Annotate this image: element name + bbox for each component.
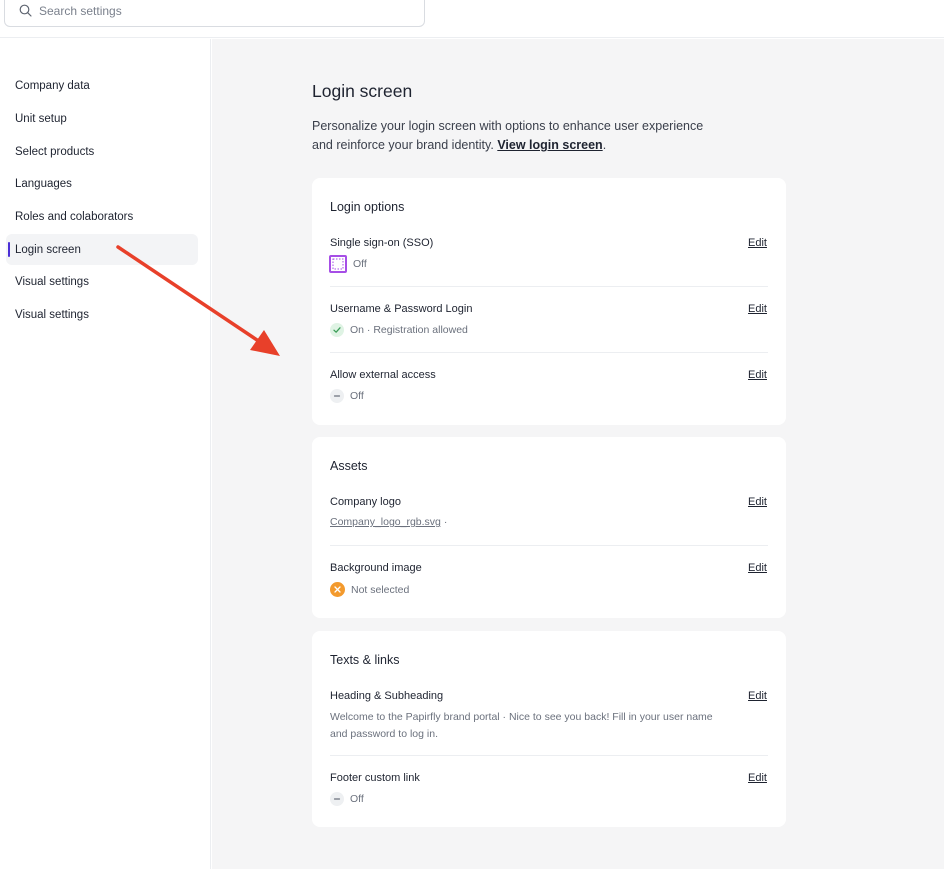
card-title: Assets	[330, 459, 368, 473]
view-login-screen-link[interactable]: View login screen	[497, 138, 602, 152]
password-login-label: Username & Password Login	[330, 303, 473, 315]
main-content: Login screen Personalize your login scre…	[212, 39, 944, 869]
sidebar-item-roles[interactable]: Roles and colaborators	[6, 201, 198, 232]
external-access-edit-button[interactable]: Edit	[748, 369, 767, 381]
dash-icon	[330, 389, 344, 403]
search-placeholder: Search settings	[39, 3, 122, 18]
divider	[330, 545, 768, 546]
sidebar-item-languages[interactable]: Languages	[6, 168, 198, 199]
dash-icon	[330, 792, 344, 806]
footer-link-edit-button[interactable]: Edit	[748, 772, 767, 784]
company-logo-label: Company logo	[330, 496, 401, 508]
page-description: Personalize your login screen with optio…	[312, 119, 704, 152]
x-icon	[330, 582, 345, 597]
company-logo-edit-button[interactable]: Edit	[748, 496, 767, 508]
external-access-label: Allow external access	[330, 369, 436, 381]
heading-subheading-value: Welcome to the Papirfly brand portal · N…	[330, 711, 713, 740]
assets-card: Assets Company logo Edit Company_logo_rg…	[312, 437, 786, 618]
sidebar-item-login-screen[interactable]: Login screen	[6, 234, 198, 265]
password-login-edit-button[interactable]: Edit	[748, 303, 767, 315]
card-title: Texts & links	[330, 653, 400, 667]
company-logo-file: Company_logo_rgb.svg ·	[330, 516, 448, 528]
texts-links-card: Texts & links Heading & Subheading Edit …	[312, 631, 786, 827]
search-input[interactable]: Search settings	[4, 0, 425, 27]
footer-link-status: Off	[330, 792, 364, 806]
footer-link-label: Footer custom link	[330, 772, 420, 784]
sso-dotted-icon	[329, 255, 347, 273]
sidebar-item-visual-settings-2[interactable]: Visual settings	[6, 299, 198, 330]
background-image-edit-button[interactable]: Edit	[748, 562, 767, 574]
password-login-status: On · Registration allowed	[330, 323, 468, 337]
sso-status: Off	[329, 255, 367, 273]
background-image-status: Not selected	[330, 582, 409, 597]
top-bar: Search settings	[0, 0, 944, 38]
divider	[330, 286, 768, 287]
sso-label: Single sign-on (SSO)	[330, 237, 434, 249]
divider	[330, 352, 768, 353]
login-options-card: Login options Single sign-on (SSO) Edit …	[312, 178, 786, 425]
sidebar-item-company-data[interactable]: Company data	[6, 70, 198, 101]
company-logo-file-link[interactable]: Company_logo_rgb.svg	[330, 516, 441, 528]
divider	[330, 755, 768, 756]
check-icon	[330, 323, 344, 337]
sso-edit-button[interactable]: Edit	[748, 237, 767, 249]
search-icon	[19, 4, 32, 17]
sidebar-item-unit-setup[interactable]: Unit setup	[6, 103, 198, 134]
sidebar-item-select-products[interactable]: Select products	[6, 136, 198, 167]
card-title: Login options	[330, 200, 405, 214]
external-access-status: Off	[330, 389, 364, 403]
sidebar-item-visual-settings[interactable]: Visual settings	[6, 266, 198, 297]
sidebar: Company data Unit setup Select products …	[0, 39, 211, 869]
page-title: Login screen	[312, 81, 413, 101]
heading-subheading-label: Heading & Subheading	[330, 690, 444, 702]
heading-subheading-edit-button[interactable]: Edit	[748, 690, 767, 702]
background-image-label: Background image	[330, 562, 422, 574]
